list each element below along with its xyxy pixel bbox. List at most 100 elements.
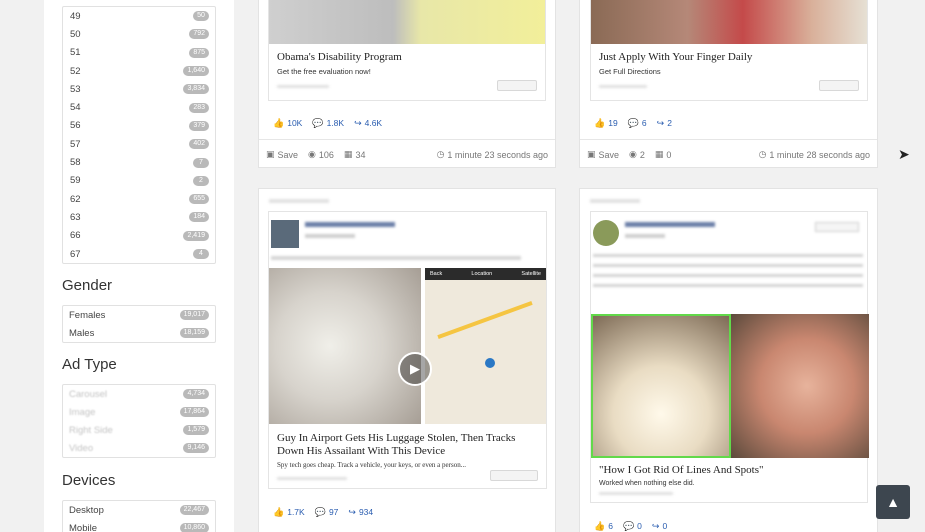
map-pin-icon [485, 358, 495, 368]
gender-heading: Gender [62, 277, 113, 294]
shares-stat: ↪ 2 [657, 118, 672, 128]
filter-option[interactable]: 56 379 [63, 117, 215, 135]
scroll-to-top-button[interactable]: ▲ [876, 485, 910, 519]
filter-option[interactable]: Right Side 1,579 [63, 421, 215, 439]
days-count: 34 [355, 149, 366, 160]
filter-option[interactable]: Females 19,017 [63, 306, 215, 324]
comment-icon: 💬 [314, 506, 326, 517]
shares-count: 934 [358, 507, 374, 517]
filter-option-label: 53 [70, 83, 81, 95]
filter-option[interactable]: 63 184 [63, 208, 215, 226]
page-name [625, 222, 715, 227]
ad-card-2[interactable]: Just Apply With Your Finger Daily Get Fu… [579, 0, 878, 168]
save-button[interactable]: ▣ Save [587, 150, 619, 160]
filter-option-label: 62 [70, 193, 81, 205]
filter-option[interactable]: Desktop 22,467 [63, 501, 215, 519]
filter-option-label: 63 [70, 211, 81, 223]
count-badge: 3,834 [183, 84, 209, 95]
ad-subtitle: Get Full Directions [599, 67, 661, 76]
count-badge: 7 [193, 157, 209, 168]
likes-count: 10K [287, 118, 303, 128]
gender-filter-list: Females 19,017 Males 18,159 [62, 305, 216, 343]
clock-icon: ◷ [436, 149, 445, 159]
filter-option[interactable]: Males 18,159 [63, 324, 215, 342]
filter-option[interactable]: Video 9,146 [63, 439, 215, 457]
comments-count: 0 [637, 521, 642, 531]
filter-option-label: Mobile [69, 522, 97, 532]
shares-stat: ↪ 934 [348, 507, 373, 517]
clock-icon: ◷ [758, 149, 767, 159]
filter-option-label: Females [69, 309, 106, 321]
eye-icon: ◉ [308, 149, 316, 159]
ad-cta-button[interactable] [497, 80, 537, 91]
share-icon: ↪ [348, 506, 356, 517]
filter-option[interactable]: Carousel 4,734 [63, 385, 215, 403]
ad-card-4[interactable]: "How I Got Rid Of Lines And Spots" Worke… [579, 188, 878, 532]
filter-option[interactable]: Image 17,864 [63, 403, 215, 421]
save-button[interactable]: ▣ Save [266, 150, 298, 160]
filter-option-label: 58 [70, 157, 81, 169]
likes-stat: 👍 6 [594, 521, 613, 531]
ad-preview: Back Location Satellite ▶ Guy In Airport… [268, 211, 547, 489]
count-badge: 50 [193, 11, 209, 22]
ad-domain [277, 477, 347, 480]
filter-option[interactable]: 57 402 [63, 135, 215, 153]
filter-option[interactable]: 62 655 [63, 190, 215, 208]
map-road [437, 301, 533, 339]
map-location-label: Location [471, 271, 493, 277]
card-footer: ▣ Save ◉ 106 ▦ 34 ◷ 1 minute 23 seconds ago [259, 139, 555, 169]
filter-option[interactable]: 53 3,834 [63, 80, 215, 98]
filter-option-label: Image [69, 406, 96, 418]
filter-option-label: 49 [70, 10, 81, 22]
ad-card-3[interactable]: Back Location Satellite ▶ Guy In Airport… [258, 188, 556, 532]
filter-option[interactable]: 51 875 [63, 44, 215, 62]
comment-icon: 💬 [622, 520, 635, 531]
share-icon: ↪ [656, 117, 665, 128]
count-badge: 1,579 [183, 425, 209, 435]
count-badge: 4 [193, 249, 209, 259]
filter-option[interactable]: 58 7 [63, 153, 215, 171]
likes-count: 1.7K [287, 507, 305, 517]
filter-option[interactable]: 66 2,419 [63, 227, 215, 245]
engagement-stats: 👍 10K 💬 1.8K ↪ 4.6K [273, 118, 382, 128]
likes-stat: 👍 19 [594, 118, 618, 128]
count-badge: 1,640 [183, 66, 209, 77]
mouse-cursor-icon: ➤ [898, 146, 910, 162]
count-badge: 9,146 [183, 443, 209, 453]
count-badge: 402 [189, 139, 209, 150]
filter-option[interactable]: Mobile 10,860 [63, 519, 215, 532]
filter-option[interactable]: 52 1,640 [63, 62, 215, 80]
filter-option[interactable]: 67 4 [63, 245, 215, 263]
ad-domain [277, 85, 329, 88]
like-page-button[interactable] [815, 222, 859, 232]
ad-preview: Obama's Disability Program Get the free … [268, 0, 546, 101]
map-satellite-label: Satellite [521, 271, 541, 277]
page: 49 50 50 792 51 875 52 1,640 53 3,834 54 283 56 379 57… [0, 0, 925, 532]
timestamp-text: 1 minute 23 seconds ago [447, 149, 548, 160]
ad-cta-button[interactable] [819, 80, 859, 91]
filter-option[interactable]: 49 50 [63, 7, 215, 25]
views-stat: ◉ 106 [308, 150, 334, 160]
likes-stat: 👍 10K [273, 118, 302, 128]
ad-title: Just Apply With Your Finger Daily [599, 51, 753, 63]
filter-option[interactable]: 50 792 [63, 25, 215, 43]
chevron-up-icon: ▲ [886, 494, 900, 510]
play-video-icon[interactable]: ▶ [398, 352, 432, 386]
ad-subtitle: Spy tech goes cheap. Track a vehicle, yo… [277, 461, 466, 469]
save-icon: ▣ [587, 149, 596, 159]
filter-option[interactable]: 59 2 [63, 172, 215, 190]
timestamp: ◷ 1 minute 28 seconds ago [759, 150, 870, 160]
ad-cta-button[interactable] [490, 470, 538, 481]
filter-option[interactable]: 54 283 [63, 98, 215, 116]
page-avatar [593, 220, 619, 246]
shares-count: 2 [667, 118, 672, 128]
count-badge: 2,419 [183, 230, 209, 241]
calendar-icon: ▦ [343, 149, 353, 159]
views-count: 2 [639, 149, 645, 160]
ad-title: Guy In Airport Gets His Luggage Stolen, … [277, 432, 516, 457]
likes-count: 19 [608, 118, 618, 128]
ad-card-1[interactable]: Obama's Disability Program Get the free … [258, 0, 556, 168]
save-icon: ▣ [266, 149, 275, 159]
count-badge: 22,467 [179, 505, 209, 515]
count-badge: 792 [189, 29, 209, 40]
